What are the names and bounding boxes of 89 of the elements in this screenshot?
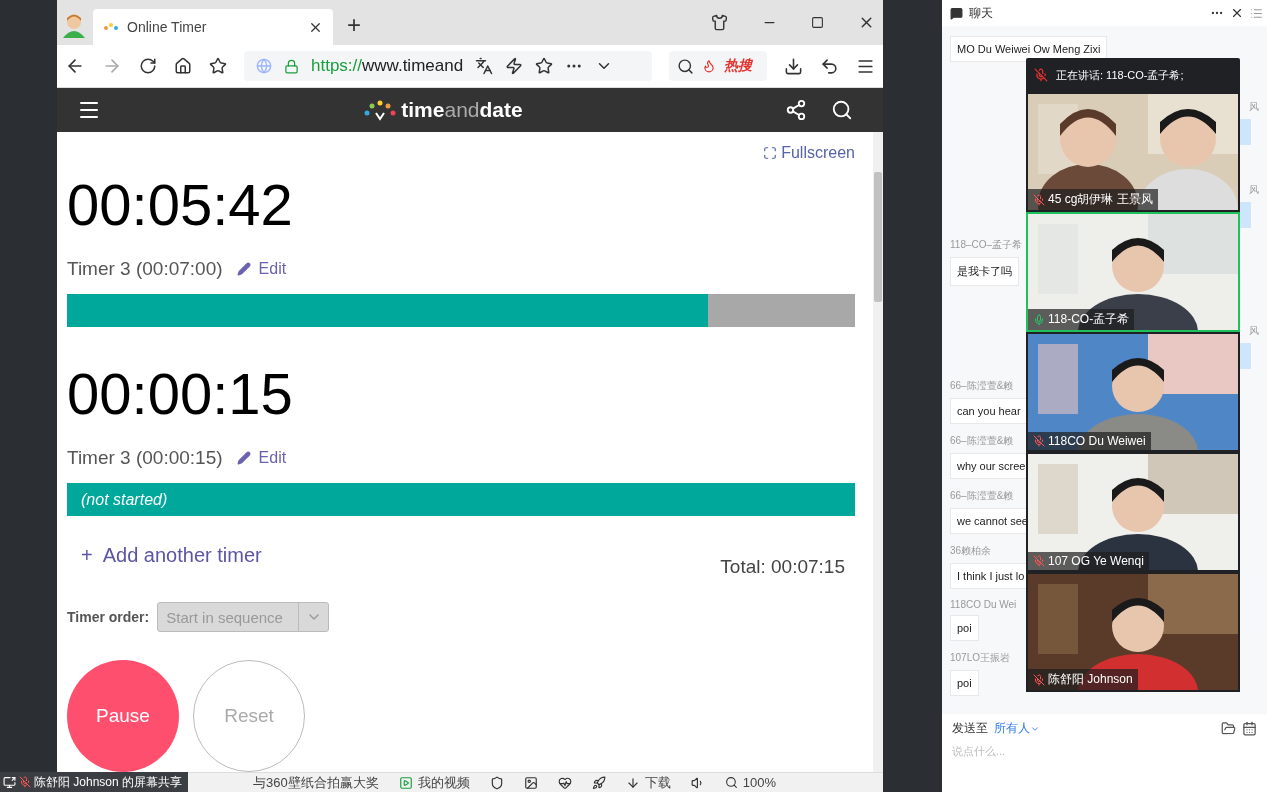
undo-icon[interactable] [820,56,839,76]
timer-order-label: Timer order: [67,609,150,625]
chat-message: can you hear [950,398,1028,424]
folder-icon[interactable] [1221,721,1236,736]
message-input[interactable]: 说点什么... [952,745,1257,757]
image-icon[interactable] [523,775,538,790]
reload-icon[interactable] [139,57,157,75]
chat-title: 聊天 [969,4,994,22]
scrollbar[interactable] [873,132,883,772]
flame-icon [701,59,716,73]
send-to-label: 发送至 [952,720,988,737]
star-icon[interactable] [535,57,554,75]
recipient-dropdown[interactable]: 所有人 [994,720,1030,737]
search-box[interactable]: 热搜 [668,51,767,81]
lock-icon [284,58,299,74]
browser-tab[interactable]: Online Timer [93,9,333,45]
add-timer-link[interactable]: + Add another timer [81,544,262,567]
avatar-icon[interactable] [61,12,87,38]
video-tile[interactable]: 45 cg胡伊琳 王景风 [1026,92,1240,212]
shield-icon[interactable] [489,775,504,790]
timer-label: Timer 3 (00:00:15) [67,447,223,469]
close-icon[interactable] [1230,6,1244,20]
screen-share-icon [3,775,16,789]
chat-message: poi [950,615,979,641]
video-tile[interactable]: 118CO Du Weiwei [1026,332,1240,452]
chat-message: 是我卡了吗 [950,257,1019,286]
logo-icon [103,22,119,32]
mic-off-icon [19,776,31,788]
screen-share-label: 陈舒阳 Johnson 的屏幕共享 [34,773,183,791]
maximize-icon[interactable] [811,14,824,31]
participant-name: 陈舒阳 Johnson [1028,669,1138,690]
participant-name: 107 OG Ye Wenqi [1028,552,1149,570]
countdown-time: 00:05:42 [67,176,294,234]
sender-name: 107LO王振岩 [950,651,1011,665]
video-tile[interactable]: 107 OG Ye Wenqi [1026,452,1240,572]
search-icon [676,57,694,75]
pencil-icon[interactable] [236,262,251,276]
chat-icon [950,6,963,20]
sender-name: 风 [1249,183,1259,197]
address-bar[interactable]: https://www.timeand [244,51,652,81]
new-tab-button[interactable]: + [347,11,361,39]
participant-name: 118-CO-孟子希 [1028,309,1135,330]
translate-icon[interactable] [475,57,494,75]
participant-name: 45 cg胡伊琳 王景风 [1028,189,1158,210]
sender-name: 66–陈滢萱&赖 [950,489,1014,503]
shirt-icon[interactable] [711,14,728,31]
chat-message: MO Du Weiwei Ow Meng Zixi [950,36,1108,62]
play-icon[interactable] [398,775,413,790]
lightning-icon[interactable] [505,57,524,75]
zoom-level[interactable]: 100% [742,775,776,790]
edit-link[interactable]: Edit [258,260,287,278]
download-icon[interactable] [784,56,803,76]
total-time: Total: 00:07:15 [720,556,845,578]
sender-name: 风 [1249,100,1259,114]
promo-text[interactable]: 与360壁纸合拍赢大奖 [253,773,379,792]
bar-status-text: (not started) [81,490,168,509]
pencil-icon[interactable] [236,451,251,465]
share-icon[interactable] [785,99,807,121]
site-logo[interactable]: timeanddate [363,98,523,122]
fullscreen-icon[interactable] [763,146,778,160]
participant-name: 118CO Du Weiwei [1028,432,1151,450]
heart-pulse-icon[interactable] [557,775,572,790]
chat-message: poi [950,670,979,696]
rocket-icon[interactable] [591,775,606,790]
globe-icon [256,58,272,74]
home-icon[interactable] [174,57,192,75]
timer-label: Timer 3 (00:07:00) [67,258,223,280]
video-tile[interactable]: 陈舒阳 Johnson [1026,572,1240,692]
hot-search-label[interactable]: 热搜 [723,57,752,75]
sender-name: 66–陈滢萱&赖 [950,379,1014,393]
download-link[interactable]: 下载 [644,773,671,792]
zoom-icon[interactable] [724,776,738,789]
sender-name: 66–陈滢萱&赖 [950,434,1014,448]
list-icon[interactable] [1250,6,1263,20]
sender-name: 风 [1249,324,1259,338]
mic-off-icon[interactable] [1034,68,1048,82]
countdown-time: 00:00:15 [67,365,294,423]
sender-name: 118CO Du Wei [950,599,1017,610]
fullscreen-link[interactable]: Fullscreen [781,144,855,162]
video-tile[interactable]: 118-CO-孟子希 [1026,212,1240,332]
url-text: https://www.timeand [311,56,464,76]
search-icon[interactable] [831,99,853,121]
sender-name: 36赖柏余 [950,544,992,558]
videos-link[interactable]: 我的视频 [417,773,470,792]
sender-name: 118–CO–孟子希 [950,238,1023,252]
edit-link[interactable]: Edit [258,449,287,467]
calendar-icon[interactable] [1242,721,1257,736]
star-icon[interactable] [209,57,227,75]
speaking-label: 正在讲话: 118-CO-孟子希; [1056,67,1184,83]
